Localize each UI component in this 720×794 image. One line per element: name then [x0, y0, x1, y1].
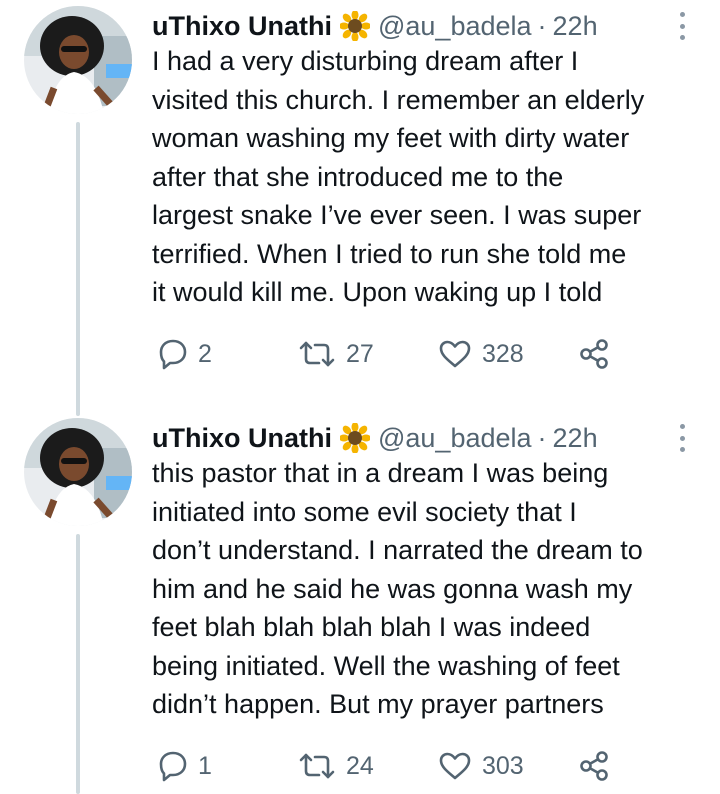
- tweet-header: uThixo Unathi @au_badela · 22h: [152, 6, 598, 46]
- reply-button[interactable]: 1: [158, 748, 212, 784]
- retweet-count: 24: [346, 751, 374, 780]
- separator-dot: ·: [537, 422, 547, 453]
- tweet-line: didn’t happen. But my prayer partners: [152, 689, 604, 719]
- retweet-button[interactable]: 24: [298, 748, 374, 784]
- more-options-icon[interactable]: [672, 12, 692, 40]
- more-options-icon[interactable]: [672, 424, 692, 452]
- tweet-text: I had a very disturbing dream after I vi…: [152, 42, 712, 312]
- tweet-line: after that she introduced me to the: [152, 161, 564, 192]
- tweet-line: initiated into some evil society that I: [152, 496, 577, 527]
- timestamp[interactable]: 22h: [553, 423, 598, 454]
- tweet-line: terrified. When I tried to run she told …: [152, 238, 627, 269]
- reply-count: 1: [198, 751, 212, 780]
- reply-button[interactable]: 2: [158, 336, 212, 372]
- action-bar: 2 27 328: [152, 336, 672, 372]
- tweet-line: visited this church. I remember an elder…: [152, 84, 645, 115]
- tweet-line: don’t understand. I narrated the dream t…: [152, 535, 643, 565]
- tweet-text: this pastor that in a dream I was being …: [152, 454, 712, 724]
- tweet-line: him and he said he was gonna wash my: [152, 573, 633, 604]
- heart-icon: [439, 752, 471, 780]
- tweet-line: it would kill me. Upon waking up I told: [152, 277, 603, 307]
- user-handle[interactable]: @au_badela: [378, 11, 532, 42]
- display-name[interactable]: uThixo Unathi: [152, 11, 332, 42]
- thread-line: [76, 534, 80, 794]
- like-count: 328: [482, 339, 524, 368]
- share-button[interactable]: [578, 748, 610, 784]
- retweet-count: 27: [346, 339, 374, 368]
- action-bar: 1 24 303: [152, 748, 672, 784]
- tweet-line: being initiated. Well the washing of fee…: [152, 650, 620, 681]
- tweet-1[interactable]: uThixo Unathi @au_badela · 22h I had a v…: [0, 6, 720, 416]
- like-count: 303: [482, 751, 524, 780]
- sunflower-icon: [338, 10, 371, 42]
- reply-count: 2: [198, 339, 212, 368]
- display-name[interactable]: uThixo Unathi: [152, 423, 332, 454]
- tweet-line: woman washing my feet with dirty water: [152, 123, 630, 153]
- retweet-button[interactable]: 27: [298, 336, 374, 372]
- retweet-icon: [299, 341, 335, 367]
- tweet-header: uThixo Unathi @au_badela · 22h: [152, 418, 598, 458]
- retweet-icon: [299, 753, 335, 779]
- heart-icon: [439, 340, 471, 368]
- tweet-line: feet blah blah blah blah I was indeed: [152, 612, 591, 642]
- tweet-2[interactable]: uThixo Unathi @au_badela · 22h this past…: [0, 418, 720, 794]
- like-button[interactable]: 328: [438, 336, 524, 372]
- timestamp[interactable]: 22h: [553, 11, 598, 42]
- separator-dot: ·: [537, 10, 547, 41]
- reply-icon: [159, 339, 187, 370]
- reply-icon: [159, 751, 187, 782]
- like-button[interactable]: 303: [438, 748, 524, 784]
- avatar[interactable]: [24, 418, 132, 526]
- sunflower-icon: [338, 422, 371, 454]
- tweet-line: I had a very disturbing dream after I: [152, 46, 579, 76]
- user-handle[interactable]: @au_badela: [378, 423, 532, 454]
- tweet-line: largest snake I’ve ever seen. I was supe…: [152, 200, 642, 230]
- tweet-line: this pastor that in a dream I was being: [152, 458, 609, 488]
- share-icon: [580, 751, 608, 781]
- avatar[interactable]: [24, 6, 132, 114]
- share-icon: [580, 339, 608, 369]
- thread-line: [76, 122, 80, 416]
- share-button[interactable]: [578, 336, 610, 372]
